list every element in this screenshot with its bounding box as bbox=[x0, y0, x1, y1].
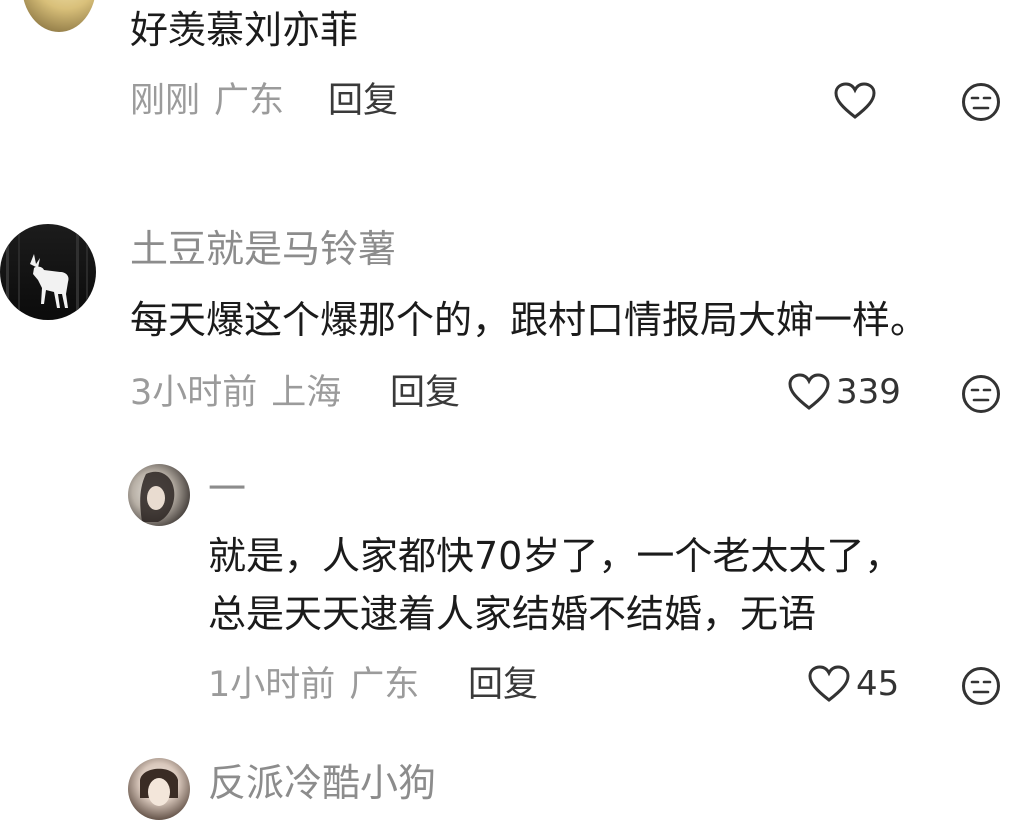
heart-outline-icon bbox=[788, 373, 830, 410]
comment-meta: 刚刚 广东 bbox=[130, 84, 284, 119]
comment-username[interactable]: 土豆就是马铃薯 bbox=[130, 230, 396, 268]
comment-text: 好羡慕刘亦菲 bbox=[130, 8, 359, 52]
avatar-portrait-icon bbox=[140, 768, 178, 806]
comment-time: 刚刚 bbox=[130, 81, 201, 121]
dislike-button[interactable] bbox=[961, 666, 1001, 706]
like-button[interactable] bbox=[834, 82, 876, 120]
reply-button[interactable]: 回复 bbox=[390, 376, 460, 411]
like-button[interactable]: 45 bbox=[808, 664, 899, 704]
heart-outline-icon bbox=[834, 82, 876, 119]
comment-text-line: 就是，人家都快70岁了，一个老太太了， bbox=[208, 534, 903, 578]
avatar[interactable] bbox=[0, 224, 96, 320]
meh-face-icon bbox=[962, 667, 1000, 705]
reply-button[interactable]: 回复 bbox=[468, 668, 538, 703]
deer-icon bbox=[6, 224, 88, 320]
like-button[interactable]: 339 bbox=[788, 372, 901, 412]
comment-meta: 3小时前 上海 bbox=[130, 376, 341, 411]
comment-time: 1小时前 bbox=[208, 665, 336, 705]
avatar[interactable] bbox=[22, 0, 96, 32]
like-count: 45 bbox=[856, 664, 900, 704]
comment-time: 3小时前 bbox=[130, 373, 258, 413]
avatar-portrait-icon bbox=[140, 471, 175, 522]
dislike-button[interactable] bbox=[961, 82, 1001, 122]
dislike-button[interactable] bbox=[961, 374, 1001, 414]
avatar[interactable] bbox=[128, 758, 190, 820]
heart-outline-icon bbox=[808, 665, 850, 702]
reply-button[interactable]: 回复 bbox=[328, 84, 398, 119]
comment-text: 每天爆这个爆那个的，跟村口情报局大婶一样。 bbox=[130, 298, 929, 342]
meh-face-icon bbox=[962, 83, 1000, 121]
comment-location: 广东 bbox=[349, 665, 420, 705]
comment-meta: 1小时前 广东 bbox=[208, 668, 419, 703]
comment-text: 就是，人家都快70岁了，一个老太太了， 总是天天逮着人家结婚不结婚，无语 bbox=[208, 532, 902, 638]
avatar[interactable] bbox=[128, 464, 190, 526]
like-count: 339 bbox=[836, 372, 901, 412]
meh-face-icon bbox=[962, 375, 1000, 413]
comment-username[interactable]: 反派冷酷小狗 bbox=[208, 764, 436, 802]
comment-text-line: 总是天天逮着人家结婚不结婚，无语 bbox=[208, 592, 817, 636]
comment-location: 上海 bbox=[271, 373, 342, 413]
comment-location: 广东 bbox=[214, 81, 285, 121]
comment-username[interactable]: 一 bbox=[208, 470, 246, 508]
